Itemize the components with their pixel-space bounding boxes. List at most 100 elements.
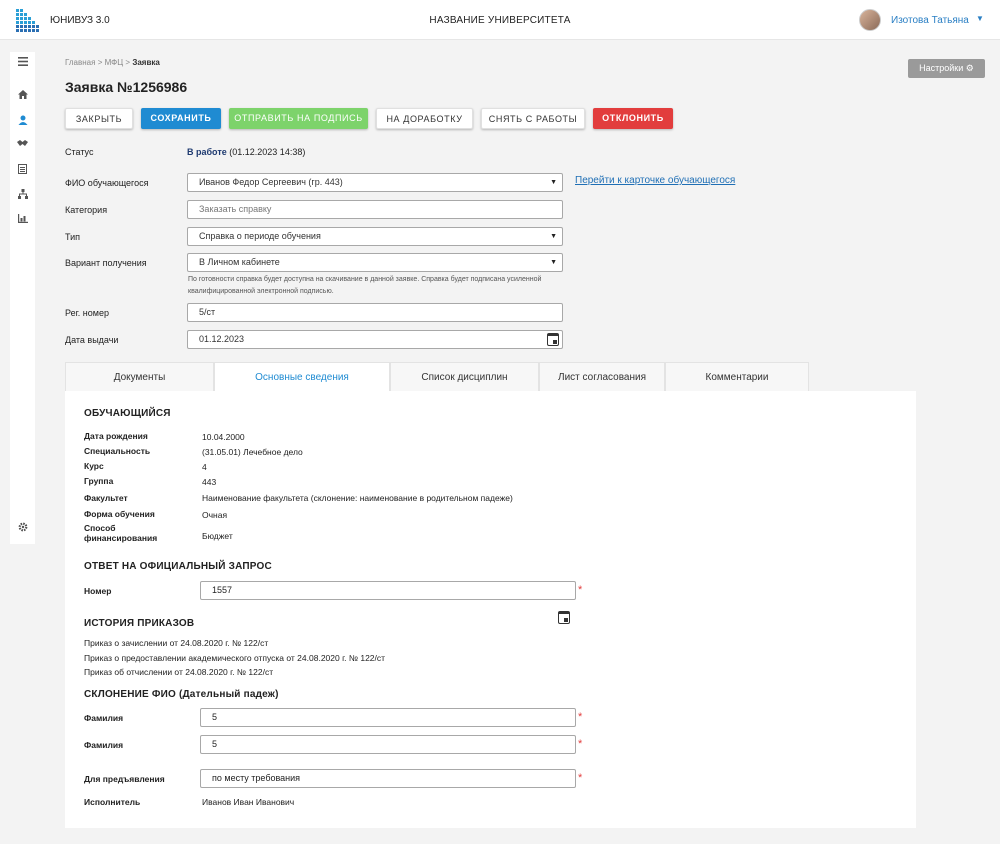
- student-label: ФИО обучающегося: [65, 178, 149, 188]
- funding-label: Способ финансирования: [84, 523, 158, 543]
- required-mark: *: [578, 711, 583, 723]
- user-icon[interactable]: [10, 115, 35, 128]
- tab-comments[interactable]: Комментарии: [665, 362, 809, 392]
- student-select[interactable]: Иванов Федор Сергеевич (гр. 443) ▼: [187, 173, 563, 192]
- study-form-value: Очная: [202, 510, 228, 520]
- breadcrumb-current: Заявка: [132, 58, 160, 67]
- tab-disciplines[interactable]: Список дисциплин: [390, 362, 539, 392]
- course-value: 4: [202, 462, 207, 472]
- reg-number-value: 5/ст: [199, 307, 216, 317]
- required-mark: *: [578, 772, 583, 784]
- gear-icon: ⚙: [965, 63, 974, 73]
- response-number-input[interactable]: 1557: [200, 581, 576, 600]
- order-item: Приказ о зачислении от 24.08.2020 г. № 1…: [84, 638, 269, 648]
- present-value: по месту требования: [212, 773, 301, 783]
- settings-label: Настройки: [919, 63, 964, 73]
- student-section-title: ОБУЧАЮЩИЙСЯ: [84, 408, 171, 419]
- response-section-title: ОТВЕТ НА ОФИЦИАЛЬНЫЙ ЗАПРОС: [84, 561, 272, 572]
- menu-icon[interactable]: [10, 57, 35, 69]
- tab-documents[interactable]: Документы: [65, 362, 214, 392]
- breadcrumb-home[interactable]: Главная: [65, 58, 95, 67]
- surname1-label: Фамилия: [84, 713, 124, 723]
- student-card-link[interactable]: Перейти к карточке обучающегося: [575, 175, 735, 186]
- status-value-wrap: В работе (01.12.2023 14:38): [187, 147, 305, 157]
- orders-section-title: ИСТОРИЯ ПРИКАЗОВ: [84, 618, 195, 629]
- surname2-input[interactable]: 5: [200, 735, 576, 754]
- tab-main-info[interactable]: Основные сведения: [214, 362, 390, 392]
- executor-label: Исполнитель: [84, 797, 141, 807]
- executor-value: Иванов Иван Иванович: [202, 797, 295, 807]
- required-mark: *: [578, 738, 583, 750]
- specialty-label: Специальность: [84, 446, 151, 456]
- calendar-icon[interactable]: [547, 333, 559, 346]
- status-label: Статус: [65, 147, 94, 157]
- user-name-link[interactable]: Изотова Татьяна: [891, 15, 969, 26]
- response-number-label: Номер: [84, 586, 112, 596]
- receive-select-value: В Личном кабинете: [199, 257, 280, 267]
- student-select-value: Иванов Федор Сергеевич (гр. 443): [199, 177, 343, 187]
- top-bar: ЮНИВУЗ 3.0 НАЗВАНИЕ УНИВЕРСИТЕТА Изотова…: [0, 0, 1000, 40]
- sidebar: [10, 52, 35, 544]
- category-placeholder: Заказать справку: [199, 204, 272, 214]
- issue-date-value: 01.12.2023: [199, 334, 245, 344]
- reg-number-input[interactable]: 5/ст: [187, 303, 563, 322]
- receive-label: Вариант получения: [65, 258, 147, 268]
- birth-date-label: Дата рождения: [84, 431, 148, 441]
- type-select-value: Справка о периоде обучения: [199, 231, 321, 241]
- present-input[interactable]: по месту требования: [200, 769, 576, 788]
- receive-hint: По готовности справка будет доступна на …: [188, 276, 542, 295]
- chevron-down-icon[interactable]: ▼: [976, 14, 984, 23]
- handshake-icon[interactable]: [10, 139, 35, 151]
- present-label: Для предъявления: [84, 774, 165, 784]
- tab-approval-sheet[interactable]: Лист согласования: [539, 362, 665, 392]
- issue-date-input[interactable]: 01.12.2023: [187, 330, 563, 349]
- close-button[interactable]: ЗАКРЫТЬ: [65, 108, 133, 129]
- gear-icon[interactable]: [10, 522, 35, 535]
- chart-icon[interactable]: [10, 214, 35, 226]
- tab-panel: [65, 391, 916, 828]
- caret-down-icon: ▼: [550, 259, 557, 266]
- required-mark: *: [578, 584, 583, 596]
- group-label: Группа: [84, 476, 114, 486]
- receive-select[interactable]: В Личном кабинете ▼: [187, 253, 563, 272]
- order-item: Приказ об отчислении от 24.08.2020 г. № …: [84, 667, 274, 677]
- course-label: Курс: [84, 461, 104, 471]
- category-label: Категория: [65, 205, 108, 215]
- surname1-value: 5: [212, 712, 218, 722]
- category-input[interactable]: Заказать справку: [187, 200, 563, 219]
- surname2-value: 5: [212, 739, 218, 749]
- caret-down-icon: ▼: [550, 179, 557, 186]
- home-icon[interactable]: [10, 90, 35, 102]
- type-select[interactable]: Справка о периоде обучения ▼: [187, 227, 563, 246]
- specialty-value: (31.05.01) Лечебное дело: [202, 447, 303, 457]
- birth-date-value: 10.04.2000: [202, 432, 245, 442]
- breadcrumb-separator: >: [97, 58, 103, 67]
- send-to-sign-button[interactable]: ОТПРАВИТЬ НА ПОДПИСЬ: [229, 108, 368, 129]
- response-number-value: 1557: [212, 585, 233, 595]
- calendar-icon[interactable]: [558, 611, 570, 624]
- withdraw-button[interactable]: СНЯТЬ С РАБОТЫ: [481, 108, 585, 129]
- document-icon[interactable]: [10, 164, 35, 177]
- status-date: (01.12.2023 14:38): [229, 147, 306, 157]
- type-label: Тип: [65, 232, 81, 242]
- faculty-label: Факультет: [84, 493, 128, 503]
- save-button[interactable]: СОХРАНИТЬ: [141, 108, 221, 129]
- surname1-input[interactable]: 5: [200, 708, 576, 727]
- surname2-label: Фамилия: [84, 740, 124, 750]
- user-avatar[interactable]: [859, 9, 881, 31]
- breadcrumb-separator: >: [125, 58, 131, 67]
- page-title: Заявка №1256986: [65, 79, 188, 95]
- faculty-value: Наименование факультета (склонение: наим…: [202, 493, 513, 503]
- funding-value: Бюджет: [202, 531, 233, 541]
- issue-date-label: Дата выдачи: [65, 335, 119, 345]
- study-form-label: Форма обучения: [84, 509, 155, 519]
- rework-button[interactable]: НА ДОРАБОТКУ: [376, 108, 473, 129]
- reject-button[interactable]: ОТКЛОНИТЬ: [593, 108, 673, 129]
- reg-number-label: Рег. номер: [65, 308, 109, 318]
- declension-section-title: СКЛОНЕНИЕ ФИО (Дательный падеж): [84, 689, 279, 700]
- university-name: НАЗВАНИЕ УНИВЕРСИТЕТА: [429, 15, 571, 26]
- breadcrumb-mfc[interactable]: МФЦ: [105, 58, 124, 67]
- hierarchy-icon[interactable]: [10, 189, 35, 202]
- caret-down-icon: ▼: [550, 233, 557, 240]
- settings-button[interactable]: Настройки ⚙: [908, 59, 985, 78]
